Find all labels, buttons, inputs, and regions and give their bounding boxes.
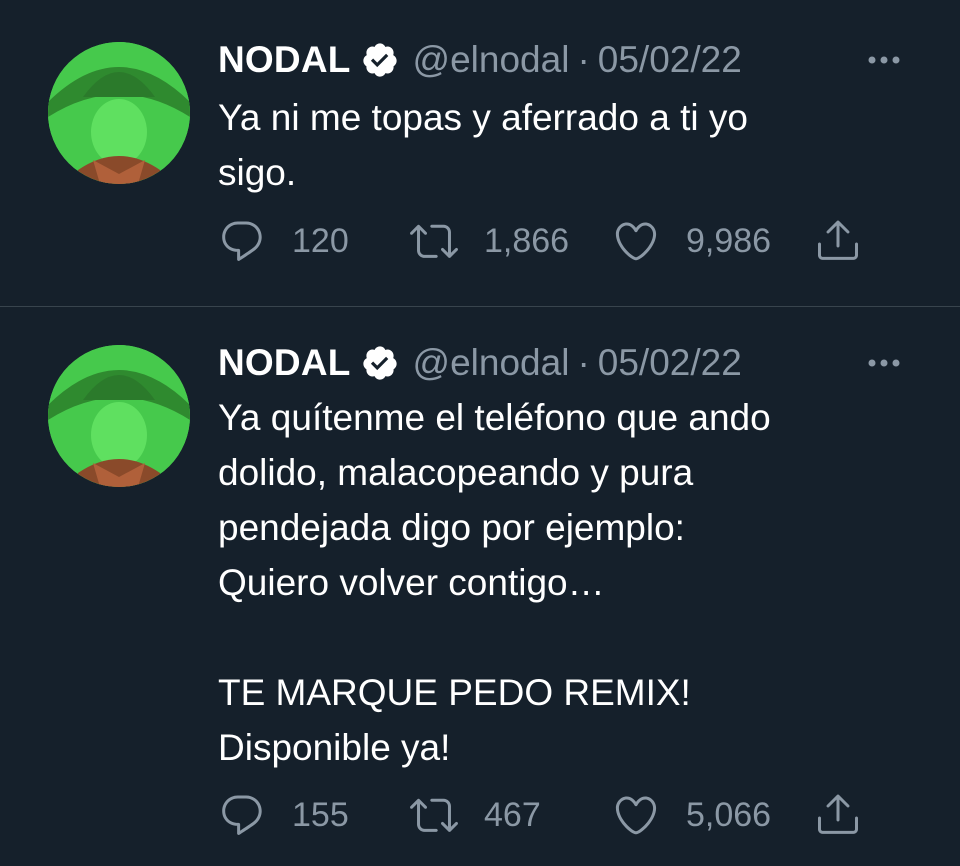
display-name[interactable]: NODAL (218, 342, 351, 384)
tweet-text: Ya quítenme el teléfono que ando dolido,… (218, 397, 771, 768)
share-icon (818, 220, 858, 260)
more-icon[interactable] (862, 341, 906, 385)
verified-badge-icon (361, 41, 399, 79)
reply-button[interactable]: 155 (218, 790, 349, 840)
retweet-icon (410, 224, 458, 258)
timestamp[interactable]: 05/02/22 (598, 342, 742, 384)
tweet-header: NODAL @elnodal · 05/02/22 (218, 341, 742, 385)
tweet-actions: 120 1,866 9,986 (218, 216, 868, 266)
like-icon (615, 222, 657, 261)
like-button[interactable]: 5,066 (612, 790, 771, 840)
reply-icon (222, 221, 262, 261)
handle[interactable]: @elnodal (413, 342, 570, 384)
tweet-actions: 155 467 5,066 (218, 790, 868, 840)
tweet-text: Ya ni me topas y aferrado a ti yo sigo. (218, 97, 748, 193)
retweet-icon (410, 798, 458, 832)
reply-button[interactable]: 120 (218, 216, 349, 266)
reply-count: 155 (292, 795, 349, 834)
avatar[interactable] (48, 42, 190, 184)
verified-badge-icon (361, 344, 399, 382)
retweet-count: 467 (484, 795, 541, 834)
avatar[interactable] (48, 345, 190, 487)
tweet-header: NODAL @elnodal · 05/02/22 (218, 38, 742, 82)
reply-icon (222, 795, 262, 835)
avatar-image (48, 345, 190, 487)
separator-dot: · (577, 342, 590, 383)
display-name[interactable]: NODAL (218, 39, 351, 81)
share-icon (818, 794, 858, 834)
more-icon[interactable] (862, 38, 906, 82)
reply-count: 120 (292, 221, 349, 260)
like-count: 9,986 (686, 221, 772, 260)
like-button[interactable]: 9,986 (612, 216, 771, 266)
tweet[interactable]: NODAL @elnodal · 05/02/22 Ya ni me topas… (0, 0, 960, 307)
handle[interactable]: @elnodal (413, 39, 570, 81)
share-button[interactable] (814, 216, 864, 266)
retweet-count: 1,866 (484, 221, 570, 260)
tweet[interactable]: NODAL @elnodal · 05/02/22 Ya quítenme el… (0, 307, 960, 866)
share-button[interactable] (814, 790, 864, 840)
retweet-button[interactable]: 467 (410, 790, 541, 840)
like-count: 5,066 (686, 795, 772, 834)
avatar-image (48, 42, 190, 184)
like-icon (615, 796, 657, 835)
timestamp[interactable]: 05/02/22 (598, 39, 742, 81)
separator-dot: · (577, 39, 590, 80)
retweet-button[interactable]: 1,866 (410, 216, 569, 266)
